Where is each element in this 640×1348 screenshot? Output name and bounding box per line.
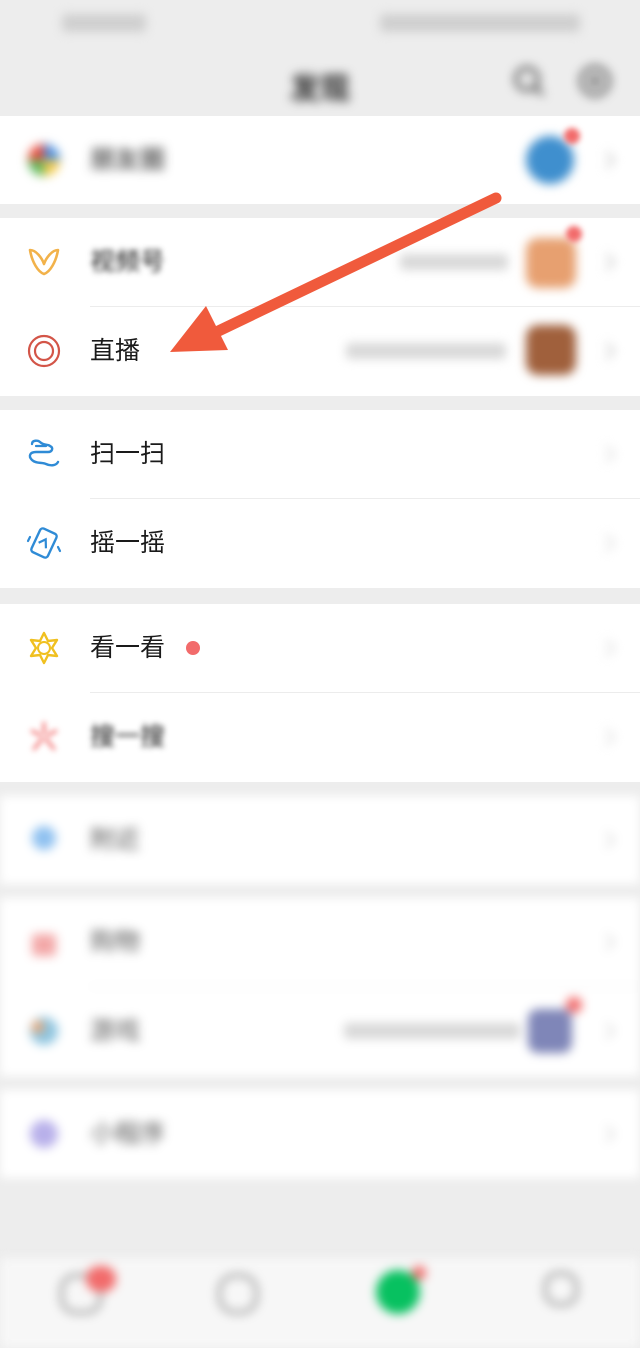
annotation-arrow: [170, 192, 502, 352]
